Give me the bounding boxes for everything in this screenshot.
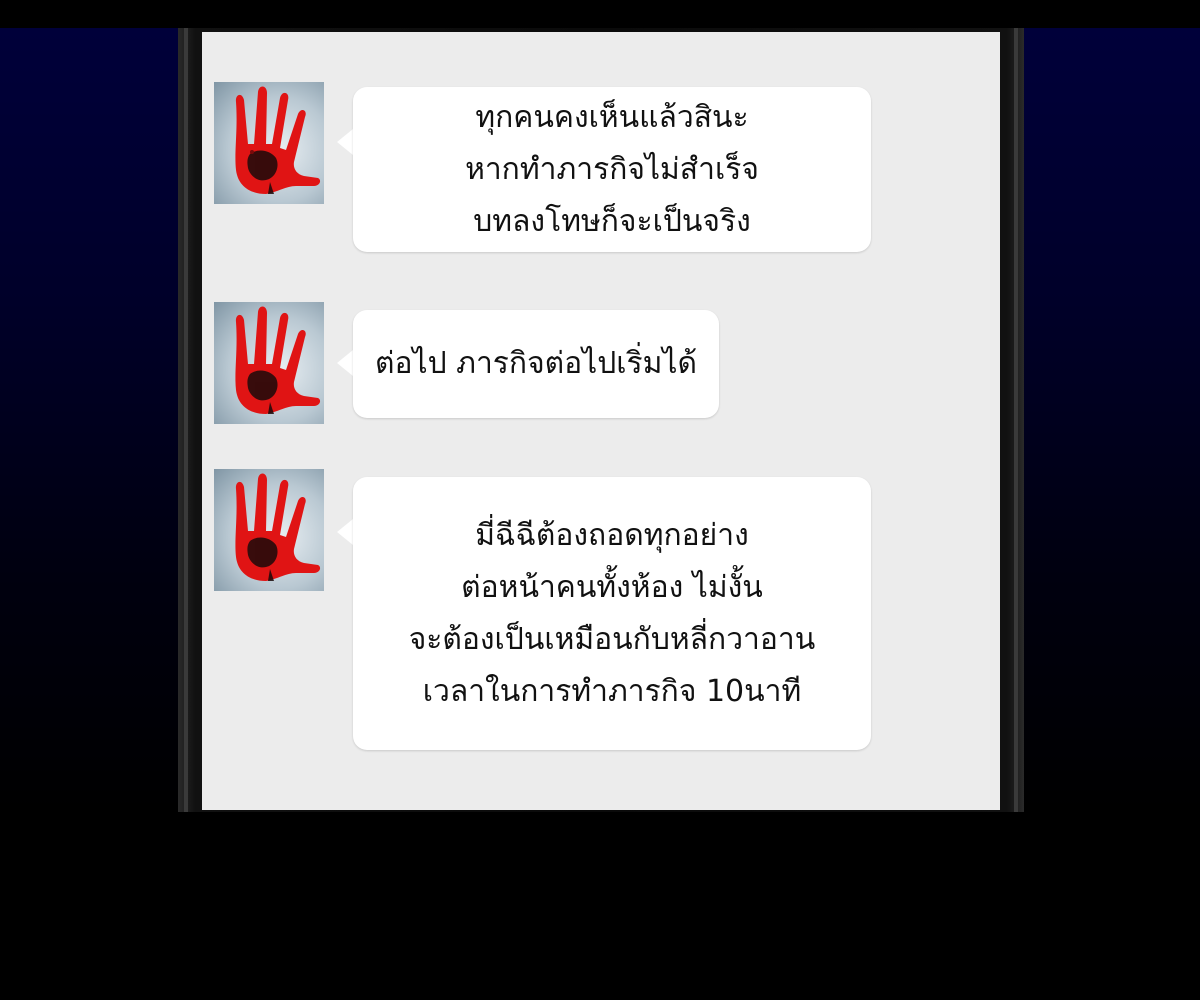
message-text: ต่อไป ภารกิจต่อไปเริ่มได้ [375, 346, 697, 381]
bubble-tail [337, 519, 353, 545]
phone-bezel-left [184, 28, 188, 812]
chat-screen[interactable]: ทุกคนคงเห็นแล้วสินะ หากทำภารกิจไม่สำเร็จ… [202, 32, 1000, 810]
bloody-hand-icon[interactable] [214, 82, 324, 204]
message-text: มี่ฉีฉีต้องถอดทุกอย่าง [475, 517, 749, 553]
bubble-tail [337, 350, 353, 376]
message-text: เวลาในการทำภารกิจ 10นาที [422, 673, 802, 709]
message-text: จะต้องเป็นเหมือนกับหลี่กวาอาน [408, 621, 816, 657]
message-text: บทลงโทษก็จะเป็นจริง [473, 203, 751, 239]
message-bubble: มี่ฉีฉีต้องถอดทุกอย่าง ต่อหน้าคนทั้งห้อง… [353, 477, 871, 750]
phone-bezel-right [1014, 28, 1018, 812]
message-text: ต่อหน้าคนทั้งห้อง ไม่งั้น [461, 569, 763, 605]
bloody-hand-icon[interactable] [214, 302, 324, 424]
bloody-hand-icon[interactable] [214, 469, 324, 591]
message-bubble: ต่อไป ภารกิจต่อไปเริ่มได้ [353, 310, 719, 418]
message-bubble: ทุกคนคงเห็นแล้วสินะ หากทำภารกิจไม่สำเร็จ… [353, 87, 871, 252]
message-text: ทุกคนคงเห็นแล้วสินะ [475, 99, 749, 135]
comic-panel: ทุกคนคงเห็นแล้วสินะ หากทำภารกิจไม่สำเร็จ… [0, 0, 1200, 1000]
message-text: หากทำภารกิจไม่สำเร็จ [465, 151, 759, 187]
bubble-tail [337, 129, 353, 155]
